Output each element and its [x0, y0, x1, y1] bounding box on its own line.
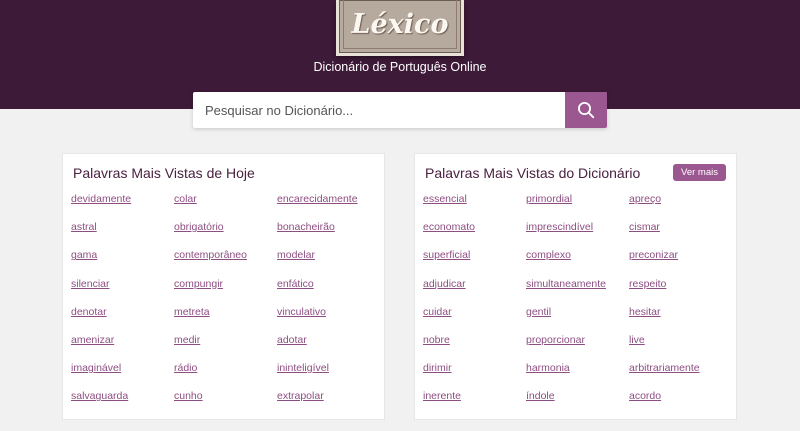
- word-link[interactable]: imaginável: [71, 361, 174, 389]
- site-tagline: Dicionário de Português Online: [313, 60, 487, 74]
- logo-text: Léxico: [351, 9, 449, 40]
- word-link[interactable]: índole: [526, 389, 629, 417]
- site-logo[interactable]: Léxico: [336, 0, 464, 56]
- word-link[interactable]: complexo: [526, 248, 629, 276]
- word-link[interactable]: primordial: [526, 192, 629, 220]
- word-link[interactable]: astral: [71, 220, 174, 248]
- word-link[interactable]: cuidar: [423, 305, 526, 333]
- word-link[interactable]: silenciar: [71, 277, 174, 305]
- see-more-button[interactable]: Ver mais: [673, 164, 726, 181]
- word-link[interactable]: vinculativo: [277, 305, 381, 333]
- word-link[interactable]: respeito: [629, 277, 733, 305]
- word-link[interactable]: cunho: [174, 389, 277, 417]
- dictionary-words-title: Palavras Mais Vistas do Dicionário: [425, 165, 641, 181]
- word-link[interactable]: encarecidamente: [277, 192, 381, 220]
- word-link[interactable]: medir: [174, 333, 277, 361]
- search-bar: [193, 92, 607, 128]
- word-link[interactable]: apreço: [629, 192, 733, 220]
- word-link[interactable]: dirimir: [423, 361, 526, 389]
- word-link[interactable]: economato: [423, 220, 526, 248]
- today-words-list: devidamente colar encarecidamente astral obr…: [71, 192, 381, 418]
- word-link[interactable]: salvaguarda: [71, 389, 174, 417]
- word-link[interactable]: hesitar: [629, 305, 733, 333]
- word-link[interactable]: gentil: [526, 305, 629, 333]
- search-input[interactable]: [193, 92, 565, 128]
- word-link[interactable]: ininteligível: [277, 361, 381, 389]
- word-link[interactable]: cismar: [629, 220, 733, 248]
- word-link[interactable]: preconizar: [629, 248, 733, 276]
- word-link[interactable]: gama: [71, 248, 174, 276]
- word-link[interactable]: metreta: [174, 305, 277, 333]
- word-link[interactable]: devidamente: [71, 192, 174, 220]
- word-link[interactable]: live: [629, 333, 733, 361]
- word-link[interactable]: superficial: [423, 248, 526, 276]
- word-link[interactable]: acordo: [629, 389, 733, 417]
- search-button[interactable]: [565, 92, 607, 128]
- word-link[interactable]: nobre: [423, 333, 526, 361]
- word-link[interactable]: enfático: [277, 277, 381, 305]
- dictionary-words-list: essencial primordial apreço economato impres…: [423, 192, 733, 418]
- word-link[interactable]: inerente: [423, 389, 526, 417]
- word-link[interactable]: contemporâneo: [174, 248, 277, 276]
- word-link[interactable]: extrapolar: [277, 389, 381, 417]
- word-link[interactable]: proporcionar: [526, 333, 629, 361]
- word-link[interactable]: obrigatório: [174, 220, 277, 248]
- today-words-title: Palavras Mais Vistas de Hoje: [73, 165, 255, 181]
- word-link[interactable]: adotar: [277, 333, 381, 361]
- word-link[interactable]: simultaneamente: [526, 277, 629, 305]
- word-link[interactable]: harmonia: [526, 361, 629, 389]
- word-link[interactable]: adjudicar: [423, 277, 526, 305]
- word-link[interactable]: colar: [174, 192, 277, 220]
- dictionary-words-card: Palavras Mais Vistas do Dicionário Ver m…: [414, 153, 737, 420]
- today-words-card: Palavras Mais Vistas de Hoje devidamente…: [62, 153, 385, 420]
- search-icon: [578, 102, 595, 119]
- word-link[interactable]: amenizar: [71, 333, 174, 361]
- word-link[interactable]: denotar: [71, 305, 174, 333]
- word-link[interactable]: modelar: [277, 248, 381, 276]
- word-link[interactable]: compungir: [174, 277, 277, 305]
- word-link[interactable]: bonacheirão: [277, 220, 381, 248]
- word-link[interactable]: arbitrariamente: [629, 361, 733, 389]
- word-link[interactable]: rádio: [174, 361, 277, 389]
- word-link[interactable]: imprescindível: [526, 220, 629, 248]
- word-link[interactable]: essencial: [423, 192, 526, 220]
